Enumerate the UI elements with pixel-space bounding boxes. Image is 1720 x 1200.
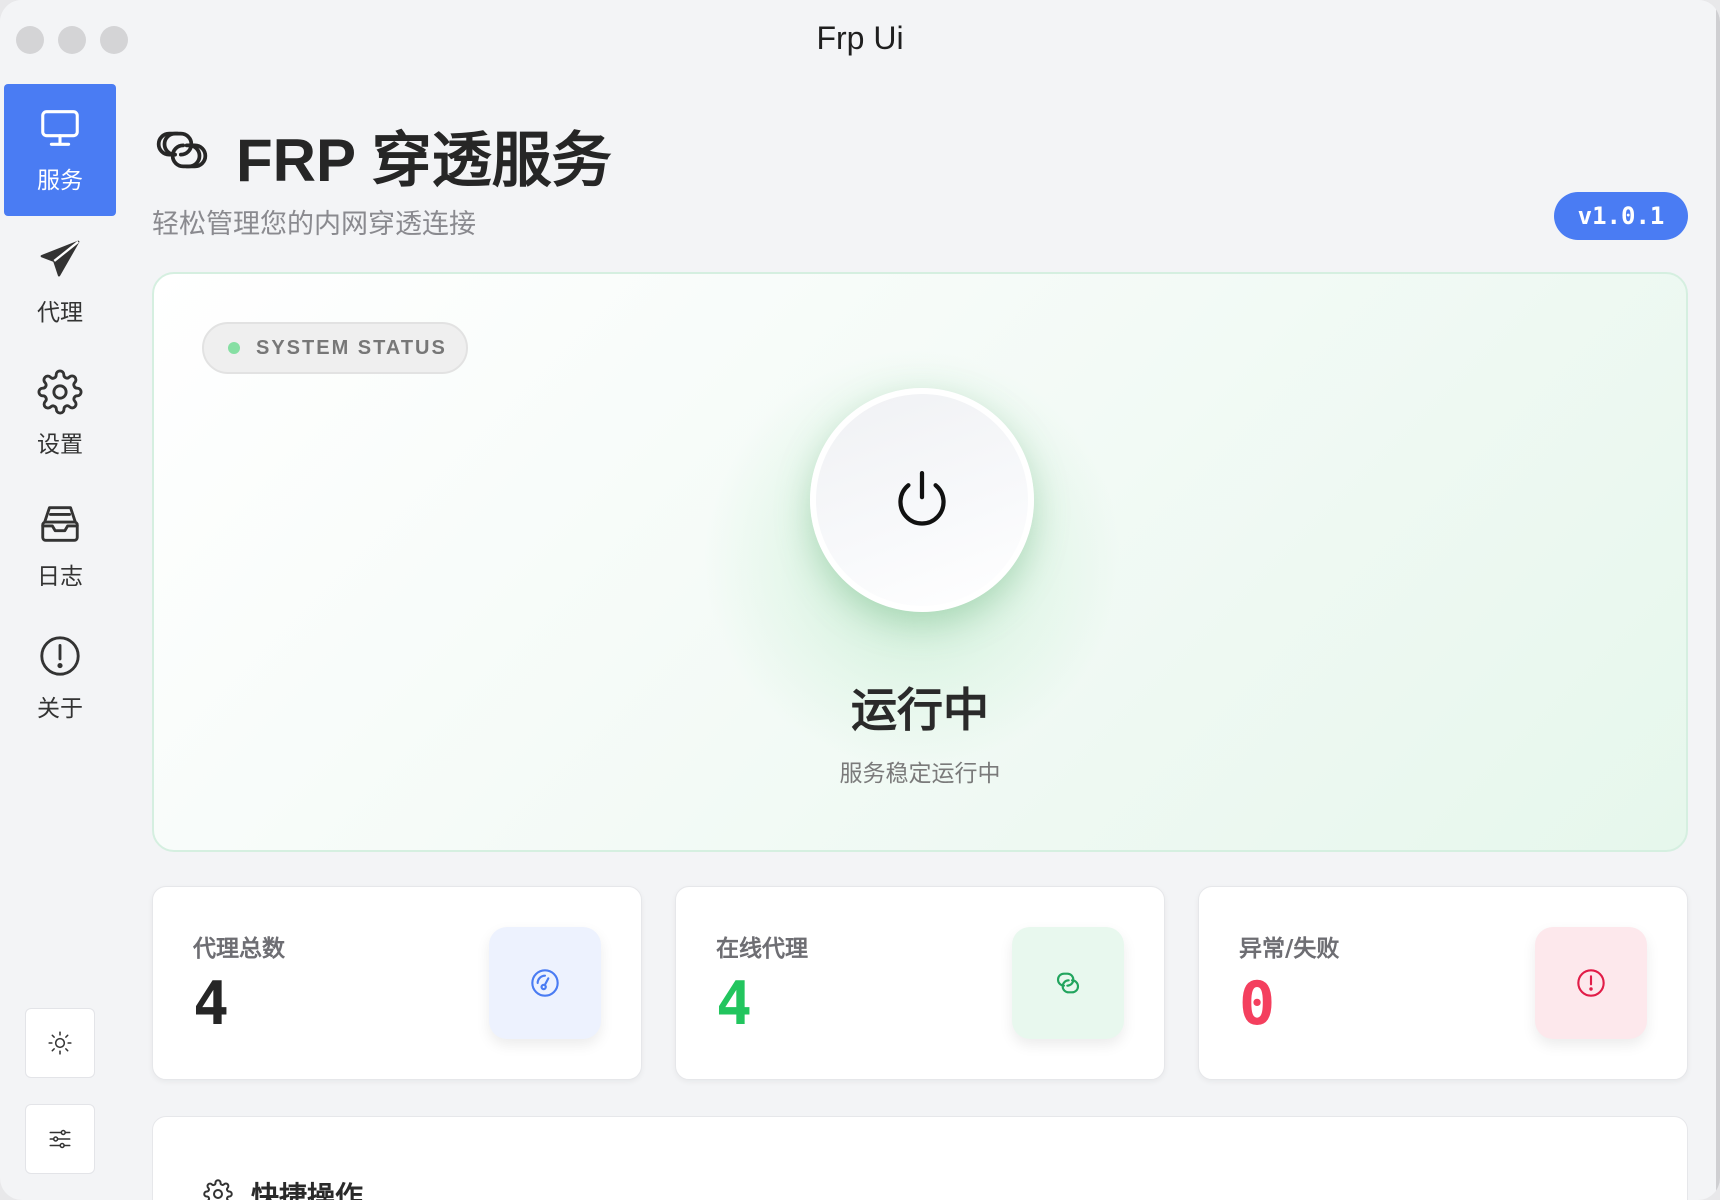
gear-icon	[37, 369, 83, 415]
power-toggle-button[interactable]	[810, 388, 1034, 612]
status-subtitle: 服务稳定运行中	[839, 761, 1001, 787]
quick-actions-title: 快捷操作	[251, 1180, 364, 1200]
sidebar-item-service[interactable]: 服务	[4, 84, 116, 216]
sidebar-item-about[interactable]: 关于	[4, 612, 116, 744]
status-dot	[228, 342, 240, 354]
stat-value: 4	[193, 969, 230, 1039]
page-subtitle: 轻松管理您的内网穿透连接	[152, 209, 476, 240]
inbox-icon	[41, 506, 79, 542]
sliders-icon	[49, 1129, 71, 1149]
sidebar-item-label: 日志	[37, 564, 83, 590]
preferences-button[interactable]	[25, 1104, 95, 1174]
status-title: 运行中	[851, 683, 989, 737]
sidebar-item-settings[interactable]: 设置	[4, 348, 116, 480]
app-window: Frp Ui 服务 代理 设置 日志 关于 FRP 穿透服务 轻松管理您的内网穿…	[0, 0, 1720, 1200]
sidebar-item-label: 关于	[37, 696, 83, 722]
gauge-icon	[531, 969, 559, 997]
sidebar-item-label: 设置	[37, 432, 83, 458]
stat-card-total-proxies: 代理总数 4	[152, 886, 642, 1080]
quick-actions-card: 快捷操作	[152, 1116, 1688, 1200]
paper-plane-icon	[40, 240, 80, 277]
system-status-pill: SYSTEM STATUS	[202, 322, 468, 374]
stat-value: 0	[1239, 969, 1276, 1039]
page-title: FRP 穿透服务	[236, 127, 612, 194]
info-circle-icon	[40, 636, 80, 676]
theme-toggle-button[interactable]	[25, 1008, 95, 1078]
link-icon	[156, 131, 208, 169]
window-title: Frp Ui	[816, 20, 904, 56]
monitor-icon	[41, 110, 79, 146]
status-pill-label: SYSTEM STATUS	[256, 336, 447, 359]
gear-icon	[203, 1179, 233, 1200]
stat-label: 异常/失败	[1239, 936, 1340, 962]
stat-icon-box	[489, 927, 601, 1039]
stat-label: 在线代理	[716, 936, 808, 962]
stat-icon-box	[1012, 927, 1124, 1039]
sidebar-item-label: 服务	[37, 168, 83, 194]
sidebar-item-logs[interactable]: 日志	[4, 480, 116, 612]
stat-label: 代理总数	[193, 936, 285, 962]
stat-value: 4	[716, 969, 753, 1039]
sun-icon	[48, 1031, 72, 1055]
version-badge: v1.0.1	[1554, 192, 1688, 240]
stat-card-online-proxies: 在线代理 4	[675, 886, 1165, 1080]
title-bar: Frp Ui	[0, 0, 1720, 80]
link-icon	[1056, 972, 1080, 994]
sidebar-item-proxy[interactable]: 代理	[4, 216, 116, 348]
sidebar-item-label: 代理	[37, 300, 83, 326]
stat-card-errors: 异常/失败 0	[1198, 886, 1688, 1080]
power-icon	[898, 470, 946, 526]
system-status-card: SYSTEM STATUS 运行中 服务稳定运行中	[152, 272, 1688, 852]
alert-circle-icon	[1577, 969, 1605, 997]
sidebar: 服务 代理 设置 日志 关于	[0, 84, 118, 1200]
main-content: FRP 穿透服务 轻松管理您的内网穿透连接 v1.0.1 SYSTEM STAT…	[152, 84, 1688, 1200]
window-edge	[1716, 0, 1720, 1200]
stat-icon-box	[1535, 927, 1647, 1039]
